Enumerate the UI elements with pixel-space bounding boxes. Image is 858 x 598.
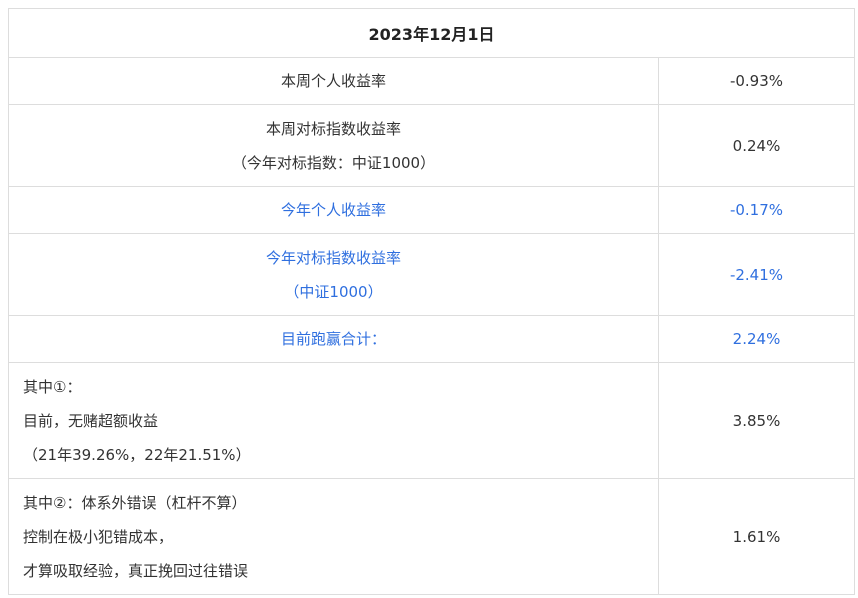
value-cell: -2.41% <box>658 233 855 316</box>
value-cell: 1.61% <box>658 478 855 595</box>
label-text: 本周对标指数收益率 <box>265 119 401 138</box>
table-row-total-outperformance: 目前跑赢合计： 2.24% <box>8 315 855 363</box>
label-text: 目前，无赌超额收益 <box>23 411 159 430</box>
label-text: 才算吸取经验，真正挽回过往错误 <box>23 561 249 580</box>
label-cell: 本周个人收益率 <box>8 57 659 105</box>
table-row-weekly-personal-return: 本周个人收益率 -0.93% <box>8 57 855 105</box>
label-cell: 本周对标指数收益率 （今年对标指数：中证1000） <box>8 104 659 187</box>
label-text: 目前跑赢合计： <box>280 330 386 348</box>
table-row-weekly-benchmark-return: 本周对标指数收益率 （今年对标指数：中证1000） 0.24% <box>8 104 855 187</box>
label-cell: 今年对标指数收益率 （中证1000） <box>8 233 659 316</box>
table-row-breakdown-2: 其中②：体系外错误（杠杆不算） 控制在极小犯错成本， 才算吸取经验，真正挽回过往… <box>8 478 855 595</box>
value-cell: 3.85% <box>658 362 855 479</box>
value-cell: 2.24% <box>658 315 855 363</box>
label-cell: 其中②：体系外错误（杠杆不算） 控制在极小犯错成本， 才算吸取经验，真正挽回过往… <box>8 478 659 595</box>
label-text: 其中①： <box>23 377 82 396</box>
label-text: 控制在极小犯错成本， <box>23 527 174 546</box>
table-row-ytd-personal-return: 今年个人收益率 -0.17% <box>8 186 855 234</box>
table-row-ytd-benchmark-return: 今年对标指数收益率 （中证1000） -2.41% <box>8 233 855 316</box>
label-cell: 其中①： 目前，无赌超额收益 （21年39.26%，22年21.51%） <box>8 362 659 479</box>
summary-table: 2023年12月1日 本周个人收益率 -0.93% 本周对标指数收益率 （今年对… <box>8 8 855 595</box>
table-row-breakdown-1: 其中①： 目前，无赌超额收益 （21年39.26%，22年21.51%） 3.8… <box>8 362 855 479</box>
value-cell: -0.17% <box>658 186 855 234</box>
label-text: 今年对标指数收益率 <box>265 248 401 267</box>
label-text: 其中②：体系外错误（杠杆不算） <box>23 493 247 512</box>
label-note: （中证1000） <box>284 282 383 301</box>
table-title-date: 2023年12月1日 <box>8 8 855 58</box>
label-cell: 目前跑赢合计： <box>8 315 659 363</box>
value-cell: -0.93% <box>658 57 855 105</box>
value-cell: 0.24% <box>658 104 855 187</box>
label-text: 本周个人收益率 <box>280 72 386 90</box>
label-note: （21年39.26%，22年21.51%） <box>23 445 251 464</box>
label-text: 今年个人收益率 <box>280 201 386 219</box>
label-cell: 今年个人收益率 <box>8 186 659 234</box>
label-note: （今年对标指数：中证1000） <box>231 153 436 172</box>
